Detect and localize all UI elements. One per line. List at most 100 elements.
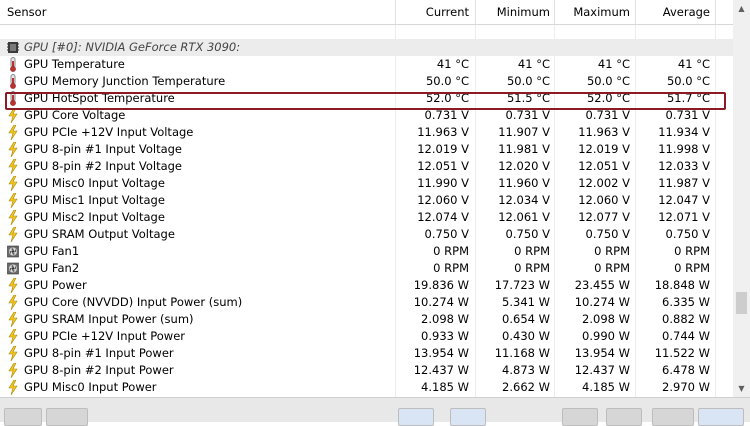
sensor-name: GPU Power <box>24 278 87 292</box>
sensor-row[interactable]: GPU 8-pin #2 Input Power 12.437 W 4.873 W 1… <box>0 362 733 379</box>
average-value: 12.071 V <box>658 210 710 224</box>
sensor-row[interactable]: GPU Memory Junction Temperature 50.0 °C 50… <box>0 73 733 90</box>
minimum-value: 12.061 V <box>498 210 550 224</box>
minimum-value: 0 RPM <box>514 244 550 258</box>
fan-icon <box>7 244 19 259</box>
sensor-row[interactable]: GPU Misc1 Input Voltage 12.060 V 12.034 V 1… <box>0 192 733 209</box>
sensor-row[interactable]: GPU Temperature 41 °C 41 °C 41 °C 41 °C <box>0 56 733 73</box>
sensor-row[interactable]: GPU PCIe +12V Input Power 0.933 W 0.430 W 0… <box>0 328 733 345</box>
minimum-value: 0.750 V <box>505 227 550 241</box>
minimum-value: 0.731 V <box>505 108 550 122</box>
sensor-row[interactable]: GPU PCIe +12V Input Voltage 11.963 V 11.90… <box>0 124 733 141</box>
maximum-value: 0.990 W <box>582 329 630 343</box>
current-value: 13.954 W <box>413 346 469 360</box>
current-value: 50.0 °C <box>425 74 469 88</box>
network-icon[interactable] <box>450 408 486 426</box>
sensor-row[interactable]: GPU 8-pin #1 Input Power 13.954 W 11.168 W… <box>0 345 733 362</box>
scrollbar-thumb[interactable] <box>736 292 747 314</box>
sensor-row[interactable]: GPU Misc0 Input Power 4.185 W 2.662 W 4.185… <box>0 379 733 396</box>
scroll-down-icon[interactable]: ▼ <box>733 380 750 397</box>
bottom-toolbar <box>0 397 750 426</box>
lightning-icon <box>7 124 19 141</box>
settings-icon[interactable] <box>652 408 694 426</box>
column-divider[interactable] <box>635 0 636 24</box>
minimum-column-header[interactable]: Minimum <box>478 0 550 24</box>
sensor-row[interactable]: GPU Core Voltage 0.731 V 0.731 V 0.731 V 0.7… <box>0 107 733 124</box>
lightning-icon <box>7 328 19 345</box>
maximum-value: 12.019 V <box>578 142 630 156</box>
close-icon[interactable] <box>698 408 744 426</box>
maximum-value: 0 RPM <box>594 244 630 258</box>
thermometer-icon <box>7 74 19 89</box>
sensor-row[interactable]: GPU Core (NVVDD) Input Power (sum) 10.274… <box>0 294 733 311</box>
average-value: 0.744 W <box>662 329 710 343</box>
vertical-scrollbar[interactable]: ▲ ▼ <box>733 0 750 397</box>
average-value: 6.335 W <box>662 295 710 309</box>
column-divider[interactable] <box>395 0 396 24</box>
lightning-icon <box>7 141 19 158</box>
lightning-icon <box>7 209 19 226</box>
current-value: 19.836 W <box>413 278 469 292</box>
column-divider[interactable] <box>475 0 476 24</box>
maximum-value: 23.455 W <box>574 278 630 292</box>
current-value: 11.990 V <box>417 176 469 190</box>
lightning-icon <box>7 277 19 294</box>
average-value: 12.033 V <box>658 159 710 173</box>
current-column-header[interactable]: Current <box>398 0 469 24</box>
report-icon[interactable] <box>606 408 642 426</box>
average-value: 2.970 W <box>662 380 710 394</box>
minimum-value: 41 °C <box>517 57 550 71</box>
sensor-row[interactable]: GPU SRAM Input Power (sum) 2.098 W 0.654 W… <box>0 311 733 328</box>
lightning-icon <box>7 294 19 311</box>
sensor-group-row[interactable]: GPU [#0]: NVIDIA GeForce RTX 3090: <box>0 39 733 56</box>
average-value: 0.731 V <box>665 108 710 122</box>
sensor-row[interactable]: GPU Fan2 0 RPM 0 RPM 0 RPM 0 RPM <box>0 260 733 277</box>
maximum-value: 41 °C <box>597 57 630 71</box>
maximum-value: 12.051 V <box>578 159 630 173</box>
column-header: Sensor Current Minimum Maximum Average <box>0 0 733 25</box>
lightning-icon <box>7 107 19 124</box>
sensor-row[interactable]: GPU SRAM Output Voltage 0.750 V 0.750 V 0.7… <box>0 226 733 243</box>
lightning-icon <box>7 345 19 362</box>
maximum-value: 11.963 V <box>578 125 630 139</box>
toolbar-button[interactable] <box>46 408 88 426</box>
sensor-name: GPU SRAM Output Voltage <box>24 227 175 241</box>
sensor-column-header[interactable]: Sensor <box>7 0 46 24</box>
minimum-value: 5.341 W <box>502 295 550 309</box>
sensor-row[interactable]: GPU Power 19.836 W 17.723 W 23.455 W 18.848 … <box>0 277 733 294</box>
sensor-row[interactable]: GPU Fan1 0 RPM 0 RPM 0 RPM 0 RPM <box>0 243 733 260</box>
sensor-name: GPU SRAM Input Power (sum) <box>24 312 194 326</box>
minimum-value: 11.960 V <box>498 176 550 190</box>
lightning-icon <box>7 379 19 396</box>
sensor-row[interactable]: GPU 8-pin #2 Input Voltage 12.051 V 12.020… <box>0 158 733 175</box>
current-value: 0.933 W <box>421 329 469 343</box>
sensor-name: GPU Misc0 Input Voltage <box>24 176 165 190</box>
sensor-row[interactable]: GPU Misc0 Input Voltage 11.990 V 11.960 V 1… <box>0 175 733 192</box>
current-value: 0 RPM <box>433 244 469 258</box>
monitor-icon[interactable] <box>398 408 434 426</box>
clock-icon[interactable] <box>562 408 598 426</box>
maximum-column-header[interactable]: Maximum <box>557 0 630 24</box>
maximum-value: 52.0 °C <box>586 91 630 105</box>
sensor-name: GPU PCIe +12V Input Voltage <box>24 125 194 139</box>
sensor-row[interactable]: GPU Misc2 Input Voltage 12.074 V 12.061 V 1… <box>0 209 733 226</box>
sensor-row[interactable]: GPU HotSpot Temperature 52.0 °C 51.5 °C 52.… <box>0 90 733 107</box>
column-divider[interactable] <box>554 0 555 24</box>
average-value: 41 °C <box>677 57 710 71</box>
sensor-name: GPU Misc1 Input Voltage <box>24 193 165 207</box>
average-column-header[interactable]: Average <box>638 0 710 24</box>
average-value: 11.522 W <box>654 346 710 360</box>
scroll-up-icon[interactable]: ▲ <box>733 0 750 17</box>
minimum-value: 51.5 °C <box>506 91 550 105</box>
minimum-value: 2.662 W <box>502 380 550 394</box>
maximum-value: 12.437 W <box>574 363 630 377</box>
sensor-name: GPU 8-pin #1 Input Voltage <box>24 142 183 156</box>
current-value: 11.963 V <box>417 125 469 139</box>
current-value: 0.750 V <box>424 227 469 241</box>
sensor-list[interactable]: GPU [#0]: NVIDIA GeForce RTX 3090: GPU T… <box>0 25 733 397</box>
sensor-name: GPU Core (NVVDD) Input Power (sum) <box>24 295 243 309</box>
maximum-value: 13.954 W <box>574 346 630 360</box>
column-divider[interactable] <box>715 0 716 24</box>
toolbar-button[interactable] <box>4 408 42 426</box>
sensor-row[interactable]: GPU 8-pin #1 Input Voltage 12.019 V 11.981… <box>0 141 733 158</box>
